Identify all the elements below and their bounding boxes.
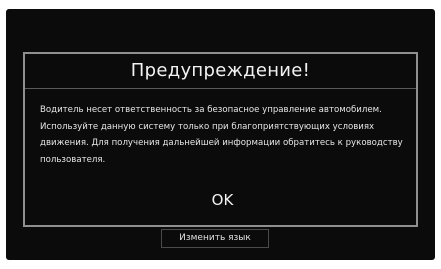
change-language-button[interactable]: Изменить язык bbox=[161, 229, 269, 248]
dialog-message: Водитель несет ответственность за безопа… bbox=[40, 105, 403, 165]
ok-button[interactable]: OK bbox=[175, 186, 270, 214]
dialog-title: Предупреждение! bbox=[130, 60, 311, 81]
title-divider bbox=[25, 88, 416, 89]
head-unit-screen: Предупреждение! Водитель несет ответстве… bbox=[6, 9, 435, 260]
warning-dialog: Предупреждение! Водитель несет ответстве… bbox=[23, 52, 418, 227]
